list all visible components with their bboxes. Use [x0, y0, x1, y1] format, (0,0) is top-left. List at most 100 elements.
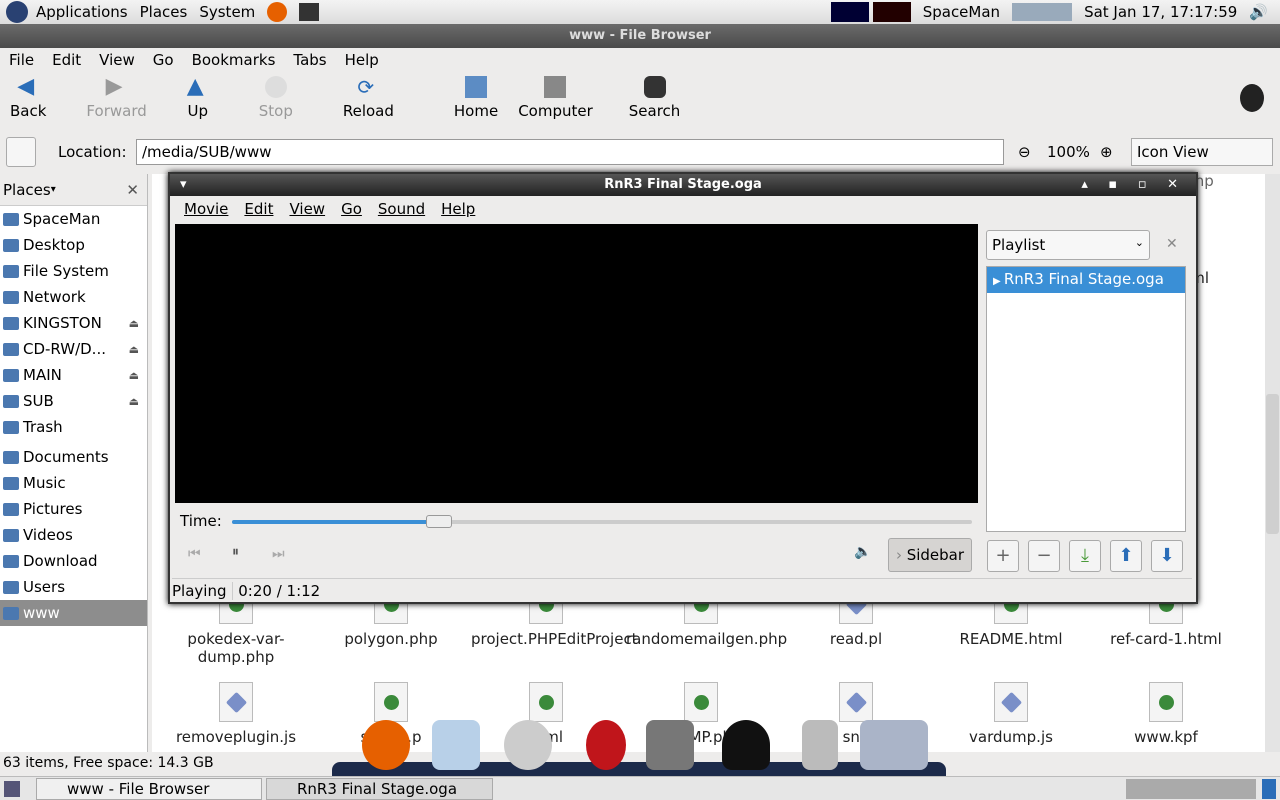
fedora-logo-icon[interactable] [6, 1, 28, 23]
inkscape-dock-icon[interactable] [722, 720, 770, 770]
sidebar-page-select[interactable]: Playlist ⌄ [986, 230, 1150, 260]
task-totem[interactable]: RnR3 Final Stage.oga [266, 778, 493, 800]
eject-icon[interactable]: ⏏ [129, 369, 139, 382]
playing-icon: ▶ [993, 276, 1004, 287]
file-item[interactable]: vardump.js [936, 682, 1086, 746]
menu-go[interactable]: Go [341, 200, 362, 218]
sidebar-toggle-button[interactable]: › Sidebar [888, 538, 972, 572]
next-button[interactable]: ⏭ [272, 546, 285, 562]
seek-slider[interactable] [232, 515, 972, 528]
sidebar-item-network[interactable]: Network [0, 284, 147, 310]
zoom-level[interactable]: 100% [1047, 143, 1090, 161]
compiz-dock-icon[interactable] [504, 720, 552, 770]
close-sidebar-icon[interactable]: ✕ [1166, 236, 1178, 252]
file-cabinet-dock-icon[interactable] [802, 720, 838, 770]
sidebar-item-file-system[interactable]: File System [0, 258, 147, 284]
file-name: ref-card-1.html [1110, 630, 1222, 648]
stop-button[interactable]: Stop [249, 76, 303, 130]
sidebar-item-documents[interactable]: Documents [0, 444, 147, 470]
sidebar-item-pictures[interactable]: Pictures [0, 496, 147, 522]
firefox-launcher-icon[interactable] [267, 2, 288, 22]
reload-button[interactable]: ⟳ Reload [333, 76, 404, 130]
back-button[interactable]: ◀ Back [0, 76, 56, 130]
user-name[interactable]: SpaceMan [923, 3, 1000, 21]
seek-handle[interactable] [426, 515, 453, 528]
volume-button[interactable]: 🔈 [854, 544, 871, 560]
home-button[interactable]: Home [444, 76, 508, 130]
eject-icon[interactable]: ⏏ [129, 395, 139, 408]
sidebar-item-desktop[interactable]: Desktop [0, 232, 147, 258]
file-item[interactable]: removeplugin.js [161, 682, 311, 746]
menu-edit[interactable]: Edit [244, 200, 273, 218]
pause-button[interactable]: ⏸ [232, 544, 239, 560]
menu-bookmarks[interactable]: Bookmarks [192, 51, 276, 69]
network-icon[interactable] [1012, 3, 1073, 21]
window-menu-icon[interactable]: ▾ [180, 174, 187, 196]
forward-button[interactable]: ▶ Forward [76, 76, 156, 130]
menu-movie[interactable]: Movie [184, 200, 228, 218]
workspace-switcher[interactable] [1126, 779, 1256, 799]
chevron-down-icon[interactable]: ▾ [51, 184, 56, 195]
sidebar-item-sub[interactable]: SUB ⏏ [0, 388, 147, 414]
window-controls[interactable]: ▴ ▪ ▫ ✕ [1081, 174, 1186, 196]
sidebar-item-music[interactable]: Music [0, 470, 147, 496]
menu-tabs[interactable]: Tabs [293, 51, 326, 69]
move-down-button[interactable]: ⬇ [1151, 540, 1183, 572]
sidebar-item-kingston[interactable]: KINGSTON ⏏ [0, 310, 147, 336]
trash-applet-icon[interactable] [1262, 779, 1276, 799]
video-area[interactable] [175, 224, 978, 503]
zoom-in-icon[interactable]: ⊕ [1100, 143, 1113, 161]
view-select[interactable]: Icon View [1131, 138, 1273, 166]
computer-icon [544, 76, 567, 98]
terminal-launcher-icon[interactable] [299, 3, 320, 21]
menu-view[interactable]: View [289, 200, 325, 218]
up-button[interactable]: ▲ Up [177, 76, 219, 130]
virtualbox-dock-icon[interactable] [432, 720, 480, 770]
task-file-browser[interactable]: www - File Browser [36, 778, 262, 800]
clock[interactable]: Sat Jan 17, 17:17:59 [1084, 3, 1237, 21]
add-to-playlist-button[interactable]: + [987, 540, 1019, 572]
playlist-item[interactable]: ▶ RnR3 Final Stage.oga [987, 267, 1185, 293]
cpu-monitor-icon[interactable] [872, 2, 911, 22]
sidebar-item-spaceman[interactable]: SpaceMan [0, 206, 147, 232]
system-menu[interactable]: System [199, 3, 255, 21]
menu-edit[interactable]: Edit [52, 51, 81, 69]
totem-dock-icon[interactable] [860, 720, 928, 770]
file-item[interactable]: www.kpf [1091, 682, 1241, 746]
volume-icon[interactable]: 🔊 [1249, 3, 1268, 21]
menu-go[interactable]: Go [153, 51, 174, 69]
sidebar-item-download[interactable]: Download [0, 548, 147, 574]
places-menu[interactable]: Places [140, 3, 188, 21]
sidebar-item-videos[interactable]: Videos [0, 522, 147, 548]
location-input[interactable]: /media/SUB/www [136, 139, 1004, 165]
menu-sound[interactable]: Sound [378, 200, 425, 218]
sidebar-type-select[interactable]: Places [3, 181, 51, 199]
close-sidebar-icon[interactable]: ✕ [126, 181, 139, 199]
sidebar-item-www[interactable]: www [0, 600, 147, 626]
sidebar-item-users[interactable]: Users [0, 574, 147, 600]
computer-button[interactable]: Computer [508, 76, 603, 130]
applications-menu[interactable]: Applications [36, 3, 128, 21]
previous-button[interactable]: ⏮ [188, 546, 201, 562]
remove-from-playlist-button[interactable]: − [1028, 540, 1060, 572]
firefox-dock-icon[interactable] [362, 720, 410, 770]
save-playlist-button[interactable]: ⤓ [1069, 540, 1101, 572]
search-button[interactable]: Search [619, 76, 691, 130]
vertical-scrollbar[interactable] [1265, 174, 1280, 752]
sidebar-item-main[interactable]: MAIN ⏏ [0, 362, 147, 388]
menu-file[interactable]: File [9, 51, 34, 69]
edit-location-button[interactable] [6, 137, 36, 167]
sidebar-item-trash[interactable]: Trash [0, 414, 147, 440]
system-monitor-icon[interactable] [830, 2, 869, 22]
menu-help[interactable]: Help [441, 200, 475, 218]
show-desktop-icon[interactable] [4, 781, 20, 797]
opera-dock-icon[interactable] [586, 720, 626, 770]
menu-help[interactable]: Help [345, 51, 379, 69]
sidebar-item-cd-rw-d-[interactable]: CD-RW/D... ⏏ [0, 336, 147, 362]
gimp-dock-icon[interactable] [646, 720, 694, 770]
eject-icon[interactable]: ⏏ [129, 343, 139, 356]
move-up-button[interactable]: ⬆ [1110, 540, 1142, 572]
eject-icon[interactable]: ⏏ [129, 317, 139, 330]
zoom-out-icon[interactable]: ⊖ [1018, 143, 1031, 161]
menu-view[interactable]: View [99, 51, 135, 69]
